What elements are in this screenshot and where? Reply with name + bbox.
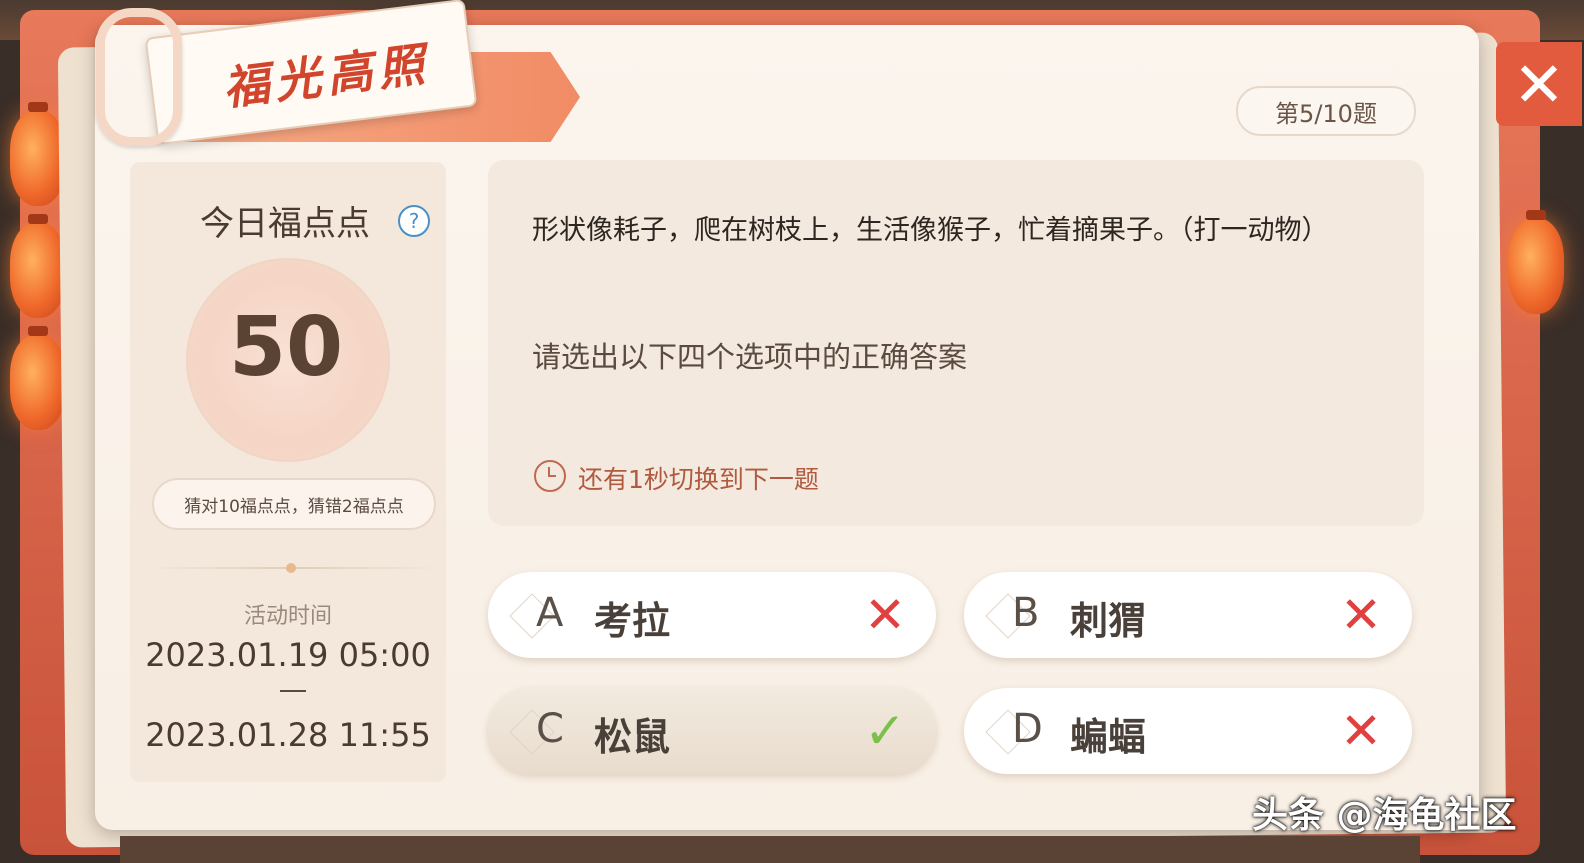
option-text: 蝙蝠 (1070, 715, 1147, 759)
lantern-icon (1508, 210, 1564, 314)
lantern-icon (10, 214, 66, 318)
wrong-icon: ✕ (1340, 702, 1382, 760)
page-title: 福光高照 (220, 36, 434, 116)
points-title: 今日福点点 (200, 204, 370, 244)
option-d[interactable]: D 蝙蝠 ✕ (964, 688, 1412, 774)
question-text: 形状像耗子，爬在树枝上，生活像猴子，忙着摘果子。（打一动物） (532, 215, 1329, 246)
lantern-icon (10, 326, 66, 430)
question-counter: 第5/10题 (1236, 86, 1416, 136)
wrong-icon: ✕ (1340, 586, 1382, 644)
scoring-rule: 猜对10福点点，猜错2福点点 (152, 478, 436, 530)
option-text: 松鼠 (594, 715, 671, 759)
option-c[interactable]: C 松鼠 ✓ (488, 688, 936, 774)
countdown-text: 还有1秒切换到下一题 (578, 465, 819, 494)
option-b[interactable]: B 刺猬 ✕ (964, 572, 1412, 658)
option-text: 考拉 (594, 599, 671, 643)
close-button[interactable]: ✕ (1496, 42, 1582, 126)
activity-time-label: 活动时间 (243, 604, 332, 629)
checkmark-icon: ✓ (864, 702, 906, 760)
close-icon: ✕ (1513, 47, 1565, 121)
activity-end: 2023.01.28 11:55 (145, 716, 431, 754)
points-value: 50 (228, 300, 344, 395)
paper-clip-icon (96, 8, 182, 146)
activity-start: 2023.01.19 05:00 (145, 636, 431, 674)
option-text: 刺猬 (1070, 599, 1147, 643)
watermark: 头条 @海龟社区 (1252, 795, 1517, 836)
option-letter: C (536, 706, 564, 752)
option-a[interactable]: A 考拉 ✕ (488, 572, 936, 658)
bottom-strip (120, 836, 1420, 863)
instruction-text: 请选出以下四个选项中的正确答案 (532, 340, 968, 374)
help-icon[interactable]: ? (398, 205, 430, 237)
clock-icon (534, 460, 566, 492)
option-letter: D (1012, 706, 1043, 752)
date-separator (280, 690, 306, 692)
wrong-icon: ✕ (864, 586, 906, 644)
option-letter: B (1012, 590, 1040, 636)
points-panel (130, 162, 446, 782)
lantern-icon (10, 102, 66, 206)
option-letter: A (536, 590, 564, 636)
divider-dot (286, 563, 296, 573)
